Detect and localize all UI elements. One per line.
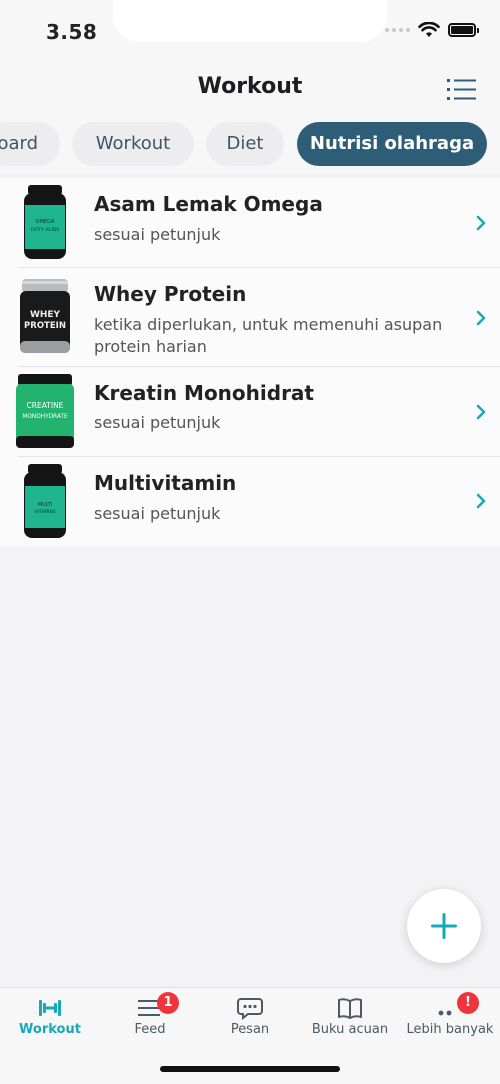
item-title: Kreatin Monohidrat — [94, 381, 314, 405]
nav-reference-book[interactable]: Buku acuan — [300, 988, 400, 1048]
omega-jar-image: OMEGA FATTY ACIDS — [24, 185, 66, 259]
item-subtitle: ketika diperlukan, untuk memenuhi asupan… — [94, 315, 443, 356]
list-item[interactable]: MULTI VITAMINS Multivitamin sesuai petun… — [0, 457, 500, 546]
list-item[interactable]: CREATINE MONOHYDRATE Kreatin Monohidrat … — [0, 367, 500, 457]
supplement-list: OMEGA FATTY ACIDS Asam Lemak Omega sesua… — [0, 178, 500, 546]
jar-label-line-2: FATTY ACIDS — [31, 227, 59, 233]
nav-more[interactable]: ! Lebih banyak — [400, 988, 500, 1048]
item-subtitle: sesuai petunjuk — [94, 504, 221, 523]
nav-feed[interactable]: 1 Feed — [100, 988, 200, 1048]
tab-dashboard[interactable]: oard — [0, 122, 60, 166]
chevron-right-icon — [476, 310, 486, 326]
chevron-right-icon — [476, 215, 486, 231]
nav-label: Lebih banyak — [406, 1022, 494, 1037]
chevron-right-icon — [476, 404, 486, 420]
nav-workout[interactable]: Workout — [0, 988, 100, 1048]
book-icon — [338, 998, 362, 1019]
status-bar: 3.58 — [0, 0, 500, 64]
feed-badge: 1 — [157, 992, 179, 1014]
category-tabs: oard Workout Diet Nutrisi olahraga — [0, 116, 500, 174]
list-item[interactable]: WHEY PROTEIN Whey Protein ketika diperlu… — [0, 268, 500, 367]
item-subtitle: sesuai petunjuk — [94, 413, 221, 432]
list-item[interactable]: OMEGA FATTY ACIDS Asam Lemak Omega sesua… — [0, 178, 500, 268]
battery-icon — [448, 23, 479, 37]
jar-label-line-2: MONOHYDRATE — [22, 414, 68, 420]
notch — [113, 0, 387, 42]
wifi-icon — [418, 22, 440, 37]
jar-label-line-1: CREATINE — [27, 401, 64, 410]
nav-label: Buku acuan — [311, 1022, 389, 1037]
add-button[interactable] — [407, 889, 481, 963]
nav-label: Feed — [134, 1022, 166, 1037]
item-title: Whey Protein — [94, 282, 247, 306]
nav-label: Workout — [19, 1022, 81, 1037]
item-subtitle: sesuai petunjuk — [94, 225, 221, 244]
list-menu-icon[interactable] — [446, 76, 478, 104]
jar-label-line-1: OMEGA — [36, 219, 55, 225]
creatine-jar-image: CREATINE MONOHYDRATE — [16, 374, 74, 448]
tab-diet[interactable]: Diet — [206, 122, 284, 166]
item-title: Asam Lemak Omega — [94, 192, 323, 216]
nav-messages[interactable]: Pesan — [200, 988, 300, 1048]
jar-label-line-1: WHEY — [30, 310, 61, 320]
more-badge: ! — [457, 992, 479, 1014]
tab-workout[interactable]: Workout — [72, 122, 194, 166]
header: Workout — [0, 64, 500, 116]
jar-label-line-2: PROTEIN — [24, 321, 66, 331]
tab-sports-nutrition[interactable]: Nutrisi olahraga — [297, 122, 487, 166]
status-icons — [385, 22, 479, 38]
dumbbell-icon — [39, 1000, 61, 1016]
multivitamin-jar-image: MULTI VITAMINS — [24, 464, 66, 538]
status-time: 3.58 — [46, 20, 98, 44]
item-title: Multivitamin — [94, 471, 237, 495]
signal-dots-icon — [385, 28, 410, 32]
nav-label: Pesan — [230, 1022, 270, 1037]
jar-label-line-2: VITAMINS — [34, 509, 55, 515]
chevron-right-icon — [476, 493, 486, 509]
chat-bubble-icon — [237, 998, 263, 1020]
home-indicator — [160, 1066, 340, 1072]
page-title: Workout — [197, 74, 303, 99]
plus-icon — [431, 913, 457, 939]
whey-protein-jar-image: WHEY PROTEIN — [20, 279, 70, 353]
jar-label-line-1: MULTI — [38, 502, 53, 508]
